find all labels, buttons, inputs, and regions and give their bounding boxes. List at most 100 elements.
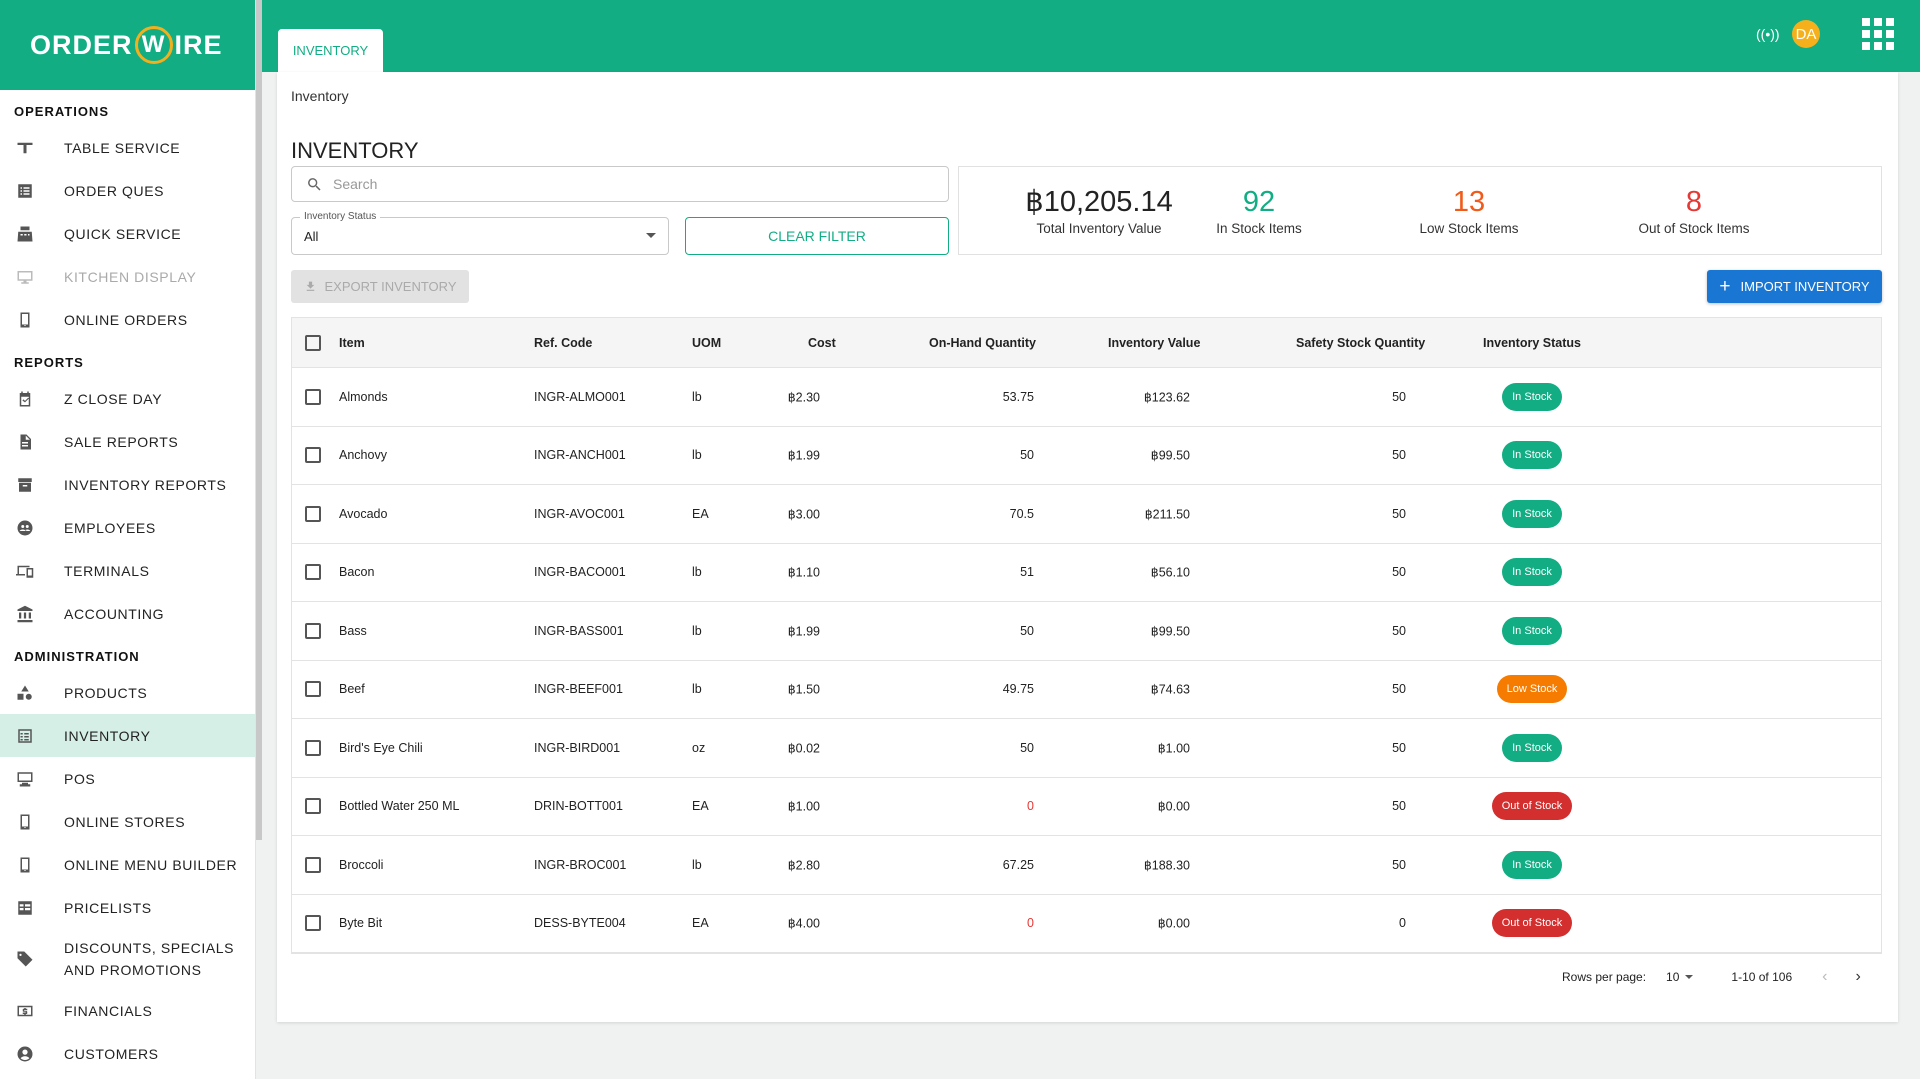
total-value: ฿10,205.14 bbox=[1025, 186, 1173, 218]
table-icon bbox=[14, 137, 36, 159]
breadcrumb[interactable]: Inventory bbox=[291, 88, 349, 104]
table-row[interactable]: Anchovy INGR-ANCH001 lb ฿1.99 50 ฿99.50 50 In S… bbox=[292, 427, 1881, 485]
logo-area: ORDER W IRE bbox=[0, 0, 255, 90]
sidebar-item-label: DISCOUNTS, SPECIALS AND PROMOTIONS bbox=[64, 940, 235, 978]
avatar[interactable]: DA bbox=[1792, 20, 1820, 48]
chevron-right-icon[interactable]: › bbox=[1855, 968, 1860, 986]
search-box[interactable] bbox=[291, 166, 949, 202]
table-row[interactable]: Bacon INGR-BACO001 lb ฿1.10 51 ฿56.10 50 In Sto… bbox=[292, 544, 1881, 602]
row-checkbox[interactable] bbox=[305, 798, 321, 815]
cell-qty: 51 bbox=[1020, 565, 1034, 580]
cell-value: ฿56.10 bbox=[1150, 565, 1190, 580]
column-header[interactable]: Item bbox=[339, 336, 365, 350]
cell-item: Bird's Eye Chili bbox=[339, 740, 423, 755]
table-row[interactable]: Bottled Water 250 ML DRIN-BOTT001 EA ฿1.00 0… bbox=[292, 778, 1881, 836]
tab-inventory[interactable]: INVENTORY bbox=[278, 29, 383, 72]
column-header[interactable]: On-Hand Quantity bbox=[929, 336, 1036, 350]
cell-cost: ฿1.99 bbox=[787, 624, 820, 639]
sidebar-item-table-service[interactable]: TABLE SERVICE bbox=[0, 126, 255, 169]
tablet-icon bbox=[14, 309, 36, 331]
rows-per-page-select[interactable]: 10 bbox=[1666, 970, 1679, 984]
sidebar-item-z-close-day[interactable]: Z CLOSE DAY bbox=[0, 377, 255, 420]
row-checkbox[interactable] bbox=[305, 388, 321, 405]
column-header[interactable]: UOM bbox=[692, 336, 721, 350]
table-row[interactable]: Bird's Eye Chili INGR-BIRD001 oz ฿0.02 50 ฿1.… bbox=[292, 719, 1881, 778]
status-badge: In Stock bbox=[1502, 558, 1562, 587]
column-header[interactable]: Ref. Code bbox=[534, 336, 592, 350]
table-row[interactable]: Broccoli INGR-BROC001 lb ฿2.80 67.25 ฿188.30 5… bbox=[292, 836, 1881, 895]
page-range: 1-10 of 106 bbox=[1731, 970, 1793, 984]
sidebar-item-label: SALE REPORTS bbox=[64, 433, 179, 450]
cell-safety: 50 bbox=[1392, 506, 1406, 521]
column-header[interactable]: Inventory Status bbox=[1462, 336, 1602, 350]
row-checkbox[interactable] bbox=[305, 564, 321, 581]
apps-grid-icon[interactable] bbox=[1862, 18, 1894, 50]
sidebar-item-products[interactable]: PRODUCTS bbox=[0, 671, 255, 714]
sidebar-item-pos[interactable]: POS bbox=[0, 757, 255, 800]
table-row[interactable]: Almonds INGR-ALMO001 lb ฿2.30 53.75 ฿123.62 50… bbox=[292, 368, 1881, 427]
cell-uom: lb bbox=[692, 623, 702, 638]
row-checkbox[interactable] bbox=[305, 505, 321, 522]
caret-down-icon[interactable] bbox=[1685, 975, 1694, 979]
sidebar-item-inventory-reports[interactable]: INVENTORY REPORTS bbox=[0, 463, 255, 506]
archive-icon bbox=[14, 474, 36, 496]
sidebar-item-label: QUICK SERVICE bbox=[64, 225, 182, 242]
select-all-checkbox[interactable] bbox=[305, 334, 321, 351]
sidebar-item-order-ques[interactable]: ORDER QUES bbox=[0, 169, 255, 212]
table-row[interactable]: Bass INGR-BASS001 lb ฿1.99 50 ฿99.50 50 In Stoc… bbox=[292, 602, 1881, 661]
cell-item: Almonds bbox=[339, 389, 388, 404]
orderwire-logo[interactable]: ORDER W IRE bbox=[30, 26, 223, 64]
chevron-left-icon[interactable]: ‹ bbox=[1822, 968, 1827, 986]
cell-cost: ฿1.10 bbox=[787, 565, 820, 580]
table-row[interactable]: Byte Bit DESS-BYTE004 EA ฿4.00 0 ฿0.00 0 Out of… bbox=[292, 895, 1881, 953]
sidebar-item-accounting[interactable]: ACCOUNTING bbox=[0, 592, 255, 635]
sidebar-item-employees[interactable]: EMPLOYEES bbox=[0, 506, 255, 549]
row-checkbox[interactable] bbox=[305, 915, 321, 932]
inventory-status-select[interactable]: Inventory Status All bbox=[291, 211, 669, 255]
sidebar-item-financials[interactable]: FINANCIALS bbox=[0, 989, 255, 1032]
sidebar-item-online-menu-builder[interactable]: ONLINE MENU BUILDER bbox=[0, 843, 255, 886]
stat-out-stock: 8 Out of Stock Items bbox=[1614, 185, 1774, 236]
column-header[interactable]: Safety Stock Quantity bbox=[1296, 336, 1425, 350]
cell-safety: 50 bbox=[1392, 799, 1406, 814]
table-row[interactable]: Beef INGR-BEEF001 lb ฿1.50 49.75 ฿74.63 50 Low … bbox=[292, 661, 1881, 719]
search-input[interactable] bbox=[333, 176, 913, 192]
clear-filter-button[interactable]: CLEAR FILTER bbox=[685, 217, 949, 255]
cell-status: In Stock bbox=[1462, 850, 1602, 879]
sidebar-scrollbar[interactable] bbox=[256, 0, 262, 840]
cell-safety: 50 bbox=[1392, 857, 1406, 872]
import-inventory-button[interactable]: + IMPORT INVENTORY bbox=[1707, 270, 1882, 303]
cell-item: Bass bbox=[339, 623, 367, 638]
sidebar-item-terminals[interactable]: TERMINALS bbox=[0, 549, 255, 592]
broadcast-icon[interactable]: ((•)) bbox=[1756, 26, 1780, 42]
column-header[interactable]: Cost bbox=[808, 336, 836, 350]
sidebar-item-inventory[interactable]: INVENTORY bbox=[0, 714, 255, 757]
sidebar-item-online-stores[interactable]: ONLINE STORES bbox=[0, 800, 255, 843]
sidebar-item-label: PRODUCTS bbox=[64, 684, 148, 701]
row-checkbox[interactable] bbox=[305, 622, 321, 639]
cell-cost: ฿2.30 bbox=[787, 390, 820, 405]
list-icon bbox=[14, 180, 36, 202]
export-inventory-button[interactable]: EXPORT INVENTORY bbox=[291, 270, 469, 303]
sidebar-item-customers[interactable]: CUSTOMERS bbox=[0, 1032, 255, 1075]
cell-uom: lb bbox=[692, 565, 702, 580]
row-checkbox[interactable] bbox=[305, 681, 321, 698]
row-checkbox[interactable] bbox=[305, 739, 321, 756]
top-bar: INVENTORY ((•)) DA bbox=[262, 0, 1920, 72]
table-row[interactable]: Avocado INGR-AVOC001 EA ฿3.00 70.5 ฿211.50 50 I… bbox=[292, 485, 1881, 544]
sidebar-item-discounts-specials-and-promotions[interactable]: DISCOUNTS, SPECIALS AND PROMOTIONS bbox=[0, 929, 255, 989]
row-checkbox[interactable] bbox=[305, 447, 321, 464]
sidebar-item-quick-service[interactable]: QUICK SERVICE bbox=[0, 212, 255, 255]
sidebar-item-sale-reports[interactable]: SALE REPORTS bbox=[0, 420, 255, 463]
sidebar-item-online-orders[interactable]: ONLINE ORDERS bbox=[0, 298, 255, 341]
status-badge: In Stock bbox=[1502, 499, 1562, 528]
cell-qty: 70.5 bbox=[1009, 506, 1034, 521]
page-title: INVENTORY bbox=[291, 138, 419, 163]
sidebar-item-label: Z CLOSE DAY bbox=[64, 390, 163, 407]
cell-ref: INGR-BEEF001 bbox=[534, 682, 623, 697]
sidebar-item-pricelists[interactable]: PRICELISTS bbox=[0, 886, 255, 929]
column-header[interactable]: Inventory Value bbox=[1108, 336, 1200, 350]
row-checkbox[interactable] bbox=[305, 856, 321, 873]
pos-icon bbox=[14, 768, 36, 790]
cell-uom: lb bbox=[692, 857, 702, 872]
